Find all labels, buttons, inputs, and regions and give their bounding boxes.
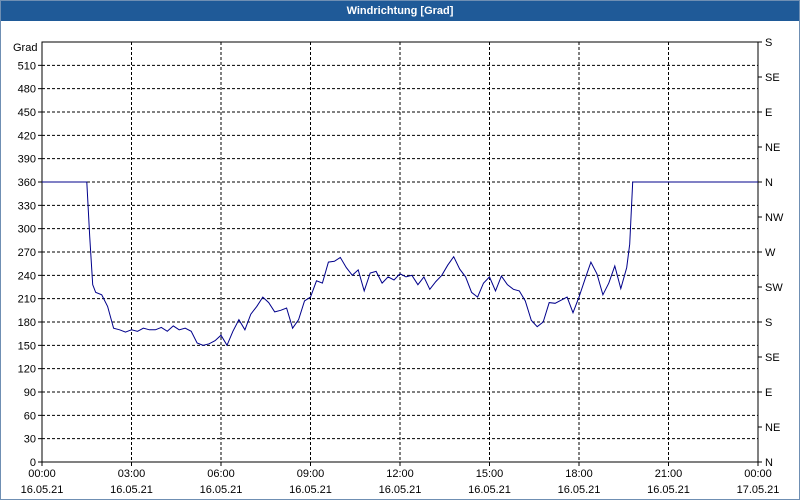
- y-axis-ticks: 0306090120150180210240270300330360390420…: [18, 60, 42, 469]
- x-tick-date: 16.05.21: [379, 484, 422, 496]
- y-tick-label: 240: [18, 270, 36, 282]
- x-tick-time: 03:00: [118, 468, 146, 480]
- line-chart: 0306090120150180210240270300330360390420…: [13, 37, 784, 496]
- x-tick-date: 16.05.21: [647, 484, 690, 496]
- right-tick-label: NW: [765, 212, 784, 224]
- x-tick-time: 00:00: [28, 468, 56, 480]
- x-tick-time: 09:00: [297, 468, 325, 480]
- y-tick-label: 450: [18, 107, 36, 119]
- y-tick-label: 420: [18, 130, 36, 142]
- x-tick-time: 00:00: [744, 468, 772, 480]
- x-tick-date: 16.05.21: [21, 484, 64, 496]
- y-tick-label: 480: [18, 84, 36, 96]
- x-tick-date: 16.05.21: [468, 484, 511, 496]
- y-axis-title: Grad: [13, 42, 37, 54]
- y-tick-label: 120: [18, 364, 36, 376]
- x-axis-ticks: 00:00 16.05.21 03:00 16.05.21 06:00 16.05.21 0…: [21, 462, 780, 496]
- right-tick-label: W: [765, 247, 776, 259]
- y-tick-label: 180: [18, 317, 36, 329]
- right-tick-label: NE: [765, 142, 780, 154]
- window-title: Windrichtung [Grad]: [1, 1, 799, 21]
- x-tick-date: 16.05.21: [289, 484, 332, 496]
- y-tick-label: 150: [18, 340, 36, 352]
- x-tick-time: 18:00: [565, 468, 593, 480]
- x-tick-date: 17.05.21: [737, 484, 780, 496]
- y-tick-label: 360: [18, 177, 36, 189]
- y-tick-label: 210: [18, 294, 36, 306]
- y-tick-label: 330: [18, 200, 36, 212]
- x-tick-date: 16.05.21: [200, 484, 243, 496]
- y-tick-label: 60: [24, 410, 36, 422]
- y-tick-label: 270: [18, 247, 36, 259]
- grid: [41, 42, 759, 463]
- right-axis-ticks: NNEESESSWWNWNNEESES: [758, 37, 784, 469]
- right-tick-label: SE: [765, 352, 780, 364]
- x-tick-date: 16.05.21: [110, 484, 153, 496]
- right-tick-label: NE: [765, 422, 780, 434]
- x-tick-time: 15:00: [476, 468, 504, 480]
- y-tick-label: 90: [24, 387, 36, 399]
- x-tick-time: 21:00: [655, 468, 683, 480]
- y-tick-label: 300: [18, 224, 36, 236]
- x-tick-date: 16.05.21: [558, 484, 601, 496]
- y-tick-label: 390: [18, 154, 36, 166]
- right-tick-label: E: [765, 387, 772, 399]
- y-tick-label: 30: [24, 434, 36, 446]
- chart-window: Windrichtung [Grad] 0 30 60 90 120 150 180 210 2…: [0, 0, 800, 500]
- x-tick-time: 06:00: [207, 468, 235, 480]
- right-tick-label: S: [765, 37, 772, 49]
- right-tick-label: N: [765, 177, 773, 189]
- right-tick-label: S: [765, 317, 772, 329]
- right-tick-label: SE: [765, 72, 780, 84]
- x-tick-time: 12:00: [386, 468, 414, 480]
- right-tick-label: SW: [765, 282, 783, 294]
- right-tick-label: E: [765, 107, 772, 119]
- y-tick-label: 510: [18, 60, 36, 72]
